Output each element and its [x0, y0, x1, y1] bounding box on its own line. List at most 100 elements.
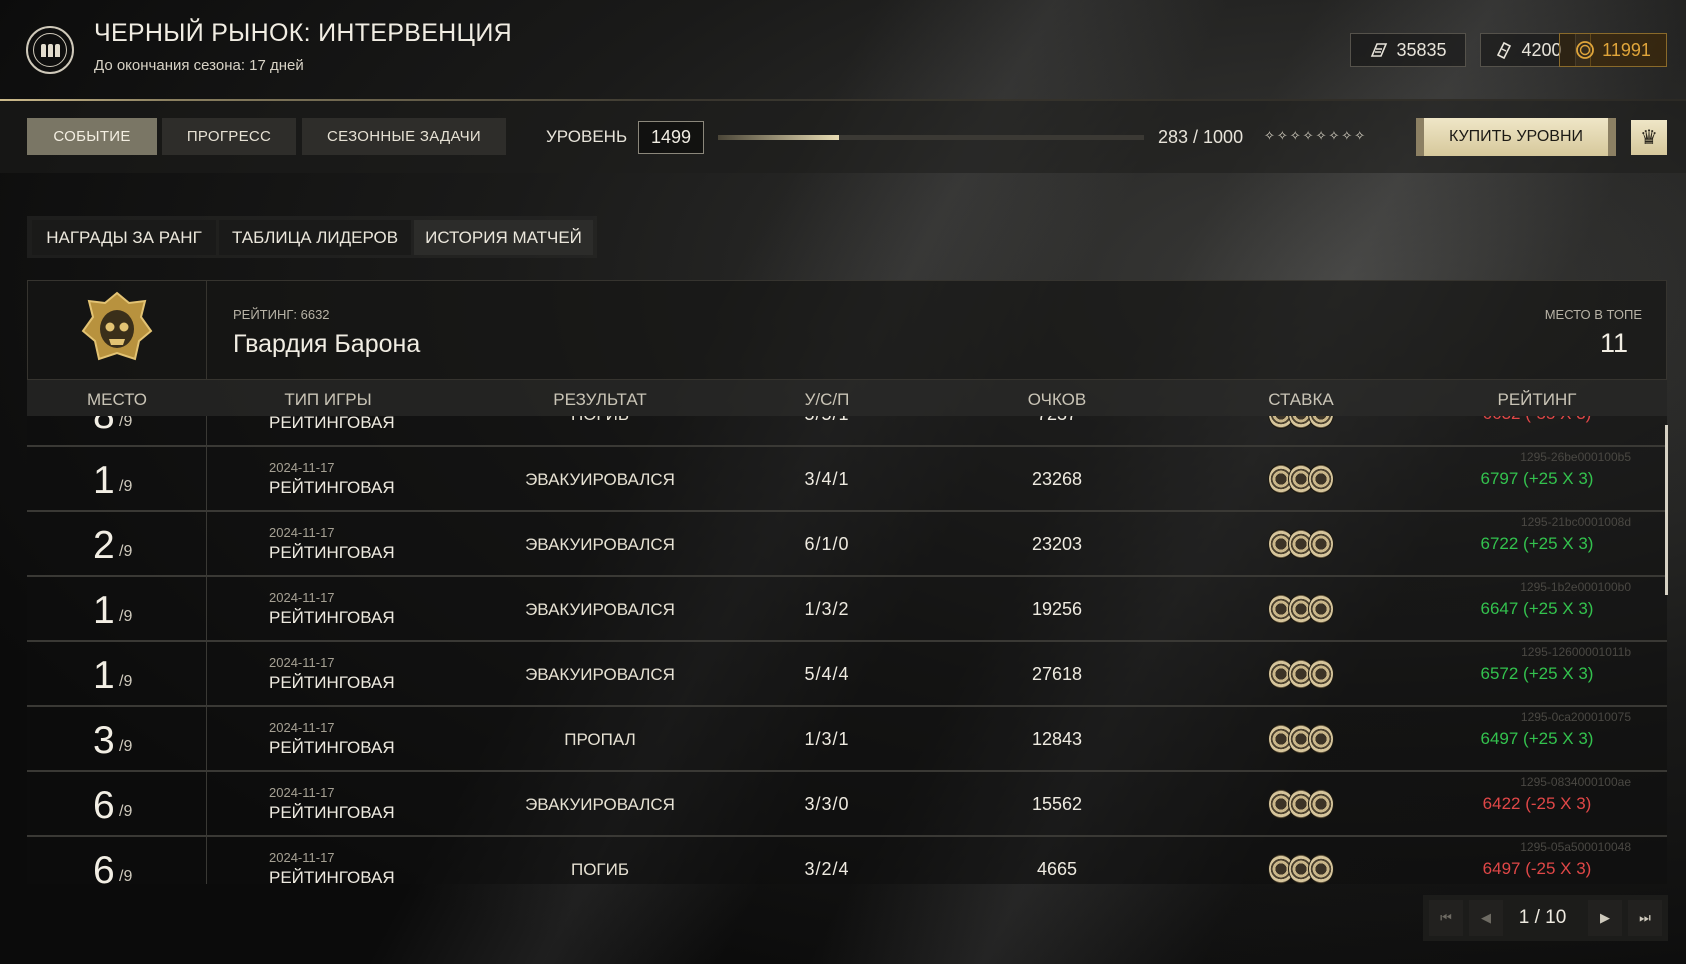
place-value: 1	[93, 459, 115, 502]
pagination: ⏮ ◀ 1 / 10 ▶ ⏭	[1423, 895, 1668, 941]
stake-chips-icon	[1268, 594, 1334, 624]
first-page-icon[interactable]: ⏮	[1429, 900, 1463, 936]
game-type: РЕЙТИНГОВАЯ	[269, 803, 395, 822]
place-cell: 1/9	[27, 642, 207, 705]
buy-levels-button[interactable]: КУПИТЬ УРОВНИ	[1416, 118, 1616, 156]
place-cell: 1/9	[27, 447, 207, 510]
game-type: РЕЙТИНГОВАЯ	[269, 868, 395, 884]
place-total: /9	[119, 543, 133, 560]
currency-bullion[interactable]: 35835	[1350, 33, 1466, 67]
clan-emblem-icon	[27, 280, 207, 380]
match-date: 2024-11-17	[269, 850, 335, 865]
stake-chips-icon	[1268, 854, 1334, 884]
page-indicator: 1 / 10	[1518, 907, 1567, 928]
stake-chips-icon	[1268, 529, 1334, 559]
match-result: ЭВАКУИРОВАЛСЯ	[525, 665, 675, 684]
currency-value: 4200	[1521, 39, 1562, 60]
crown-icon[interactable]: ♛	[1631, 120, 1667, 155]
top-place-value: 11	[1599, 328, 1628, 358]
match-result: ЭВАКУИРОВАЛСЯ	[525, 600, 675, 619]
rating-change: 6797 (+25 X 3)	[1480, 469, 1594, 488]
stake-chips-icon	[1268, 789, 1334, 819]
star-rating-icons: ✧✧✧✧✧✧✧✧	[1264, 128, 1368, 143]
game-type: РЕЙТИНГОВАЯ	[269, 608, 395, 627]
table-row[interactable]: 1/9 2024-11-17 РЕЙТИНГОВАЯ ЭВАКУИРОВАЛСЯ 3/4…	[27, 447, 1667, 512]
game-type: РЕЙТИНГОВАЯ	[269, 543, 395, 562]
top-place-label: МЕСТО В ТОПЕ	[1544, 307, 1642, 322]
currency-coin-box[interactable]: 11991	[1559, 33, 1667, 67]
subtab-match-history[interactable]: ИСТОРИЯ МАТЧЕЙ	[414, 220, 593, 255]
match-id: 1295-21bc0001008d	[1520, 515, 1631, 529]
table-row[interactable]: 1/9 2024-11-17 РЕЙТИНГОВАЯ ЭВАКУИРОВАЛСЯ 5/4…	[27, 642, 1667, 707]
kda-value: 1/3/2	[804, 599, 850, 619]
currency-value: 11991	[1602, 39, 1651, 60]
table-row[interactable]: 3/9 2024-11-17 РЕЙТИНГОВАЯ ПРОПАЛ 1/3/1 12843…	[27, 707, 1667, 772]
table-row[interactable]: 6/9 2024-11-17 РЕЙТИНГОВАЯ ПОГИБ 3/2/4 4665 64…	[27, 837, 1667, 884]
match-id: 1295-05a500010048	[1520, 840, 1631, 854]
subtab-rank-rewards[interactable]: НАГРАДЫ ЗА РАНГ	[32, 220, 216, 255]
event-logo-icon	[26, 26, 74, 74]
points-value: 7237	[977, 416, 1137, 425]
place-value: 6	[93, 784, 115, 827]
points-value: 4665	[1036, 859, 1078, 879]
place-value: 8	[93, 416, 115, 438]
kda-value: 6/1/0	[804, 534, 850, 554]
last-page-icon[interactable]: ⏭	[1628, 900, 1662, 936]
points-value: 23203	[1031, 534, 1083, 554]
subtab-leaderboard[interactable]: ТАБЛИЦА ЛИДЕРОВ	[219, 220, 411, 255]
points-value: 27618	[1031, 664, 1083, 684]
points-value: 19256	[1031, 599, 1083, 619]
level-progress-fill	[718, 135, 839, 140]
match-result: ЭВАКУИРОВАЛСЯ	[525, 535, 675, 554]
kda-value: 1/3/1	[804, 729, 850, 749]
rating-change: 6497 (-25 X 3)	[1482, 859, 1592, 878]
match-id: 1295-0ca200010075	[1520, 710, 1631, 724]
rating-change: 6572 (+25 X 3)	[1480, 664, 1594, 683]
level-value: 1499	[638, 121, 704, 154]
col-rating: РЕЙТИНГ	[1497, 390, 1577, 409]
scrollbar[interactable]	[1665, 425, 1668, 595]
place-total: /9	[119, 608, 133, 625]
table-row[interactable]: 1/9 2024-11-17 РЕЙТИНГОВАЯ ЭВАКУИРОВАЛСЯ 1/3…	[27, 577, 1667, 642]
rating-change: 6632 (-55 X 3)	[1387, 416, 1667, 424]
game-type: РЕЙТИНГОВАЯ	[269, 738, 395, 757]
points-value: 23268	[1031, 469, 1083, 489]
coin-icon	[1576, 41, 1595, 59]
next-page-icon[interactable]: ▶	[1588, 900, 1622, 936]
col-stake: СТАВКА	[1268, 390, 1334, 409]
place-cell: 6/9	[27, 772, 207, 835]
match-id: 1295-0834000100ae	[1520, 775, 1631, 789]
ticket-icon	[1497, 41, 1512, 60]
game-type: РЕЙТИНГОВАЯ	[269, 673, 395, 692]
match-date: 2024-11-17	[269, 590, 335, 605]
table-row[interactable]: 6/9 2024-11-17 РЕЙТИНГОВАЯ ЭВАКУИРОВАЛСЯ 3/3…	[27, 772, 1667, 837]
place-total: /9	[119, 803, 133, 820]
table-row[interactable]: 2/9 2024-11-17 РЕЙТИНГОВАЯ ЭВАКУИРОВАЛСЯ 6/1…	[27, 512, 1667, 577]
place-value: 3	[93, 719, 115, 762]
bullion-icon	[1371, 43, 1388, 57]
kda-value: 3/4/1	[804, 469, 850, 489]
match-date: 2024-11-17	[269, 655, 335, 670]
place-total: /9	[119, 478, 133, 495]
place-value: 1	[93, 654, 115, 697]
page-title: ЧЕРНЫЙ РЫНОК: ИНТЕРВЕНЦИЯ	[94, 19, 512, 47]
season-countdown: До окончания сезона: 17 дней	[94, 57, 304, 74]
col-result: РЕЗУЛЬТАТ	[553, 390, 647, 409]
stake-chips-icon	[1268, 659, 1334, 689]
match-date: 2024-11-17	[269, 785, 335, 800]
table-row[interactable]: 8/9 РЕЙТИНГОВАЯ ПОГИБ5/5/1 7237 6632 (-55 X …	[27, 416, 1667, 447]
place-total: /9	[119, 868, 133, 884]
match-result: ЭВАКУИРОВАЛСЯ	[525, 795, 675, 814]
place-value: 1	[93, 589, 115, 632]
tab-event[interactable]: СОБЫТИЕ	[27, 118, 157, 155]
points-value: 15562	[1031, 794, 1083, 814]
prev-page-icon[interactable]: ◀	[1469, 900, 1503, 936]
col-game-type: ТИП ИГРЫ	[284, 390, 372, 409]
place-cell: 6/9	[27, 837, 207, 884]
stake-chips-icon	[1268, 464, 1334, 494]
tab-season-tasks[interactable]: СЕЗОННЫЕ ЗАДАЧИ	[302, 118, 506, 155]
kda-value: 3/2/4	[804, 859, 850, 879]
tab-progress[interactable]: ПРОГРЕСС	[162, 118, 296, 155]
stake-chips-icon	[1268, 416, 1334, 429]
match-history-table[interactable]: 8/9РЕЙТИНГОВАЯПОГИБ5/5/172376632 (-55 X …	[27, 416, 1667, 884]
